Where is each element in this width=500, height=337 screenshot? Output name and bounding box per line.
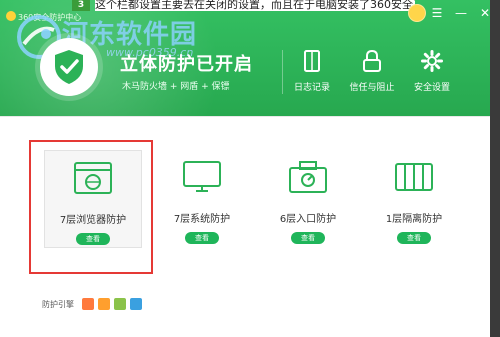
log-label: 日志记录 [293,83,330,93]
isolation-box-icon [395,163,433,191]
window-controls: ☰ — ✕ [428,4,494,22]
status-shield [40,38,98,96]
card-isolation-protection[interactable]: 1层隔离防护 查看 [366,150,462,246]
protection-center-window: 3 这个栏都设置主要去在关闭的设置，而且在于电脑安装了360安全卫士，点 360… [0,0,500,337]
trust-block-label: 信任与阻止 [349,83,395,93]
status-subtitle: 木马防火墙 + 网盾 + 保镖 [122,82,230,92]
log-icon [304,50,320,72]
monitor-icon [183,161,221,192]
doc-text-strip: 这个栏都设置主要去在关闭的设置，而且在于电脑安装了360安全卫士，点 [95,0,415,11]
engine-footer: 防护引擎 [42,298,142,310]
card-label: 7层系统防护 [173,214,231,225]
doc-step-badge: 3 [72,0,90,11]
trust-block-button[interactable]: 信任与阻止 [342,48,402,93]
status-title: 立体防护已开启 [120,54,253,75]
card-label: 1层隔离防护 [385,214,443,225]
card-system-protection[interactable]: 7层系统防护 查看 [154,150,250,246]
header-divider [0,116,500,117]
log-button[interactable]: 日志记录 [282,48,342,93]
skin-icon[interactable] [408,4,426,22]
engine-icon-2[interactable] [98,298,110,310]
background-edge [490,0,500,337]
engine-label: 防护引擎 [42,299,74,309]
settings-button[interactable]: 安全设置 [402,48,462,93]
engine-icon-3[interactable] [114,298,126,310]
menu-icon[interactable]: ☰ [428,4,446,22]
settings-label: 安全设置 [413,83,450,93]
highlight-box [29,140,153,274]
header-banner: 3 这个栏都设置主要去在关闭的设置，而且在于电脑安装了360安全卫士，点 360… [0,0,500,200]
entry-gauge-icon [289,161,327,193]
engine-icon-1[interactable] [82,298,94,310]
lock-icon [363,50,381,72]
view-button[interactable]: 查看 [397,232,431,244]
shield-check-icon [55,50,83,84]
card-label: 6层入口防护 [279,214,337,225]
header-toolbar: 日志记录 信任与阻止 安全设置 [282,48,462,93]
view-button[interactable]: 查看 [185,232,219,244]
engine-icon-4[interactable] [130,298,142,310]
gear-icon [421,50,443,72]
view-button[interactable]: 查看 [291,232,325,244]
card-entry-protection[interactable]: 6层入口防护 查看 [260,150,356,246]
minimize-icon[interactable]: — [452,4,470,22]
